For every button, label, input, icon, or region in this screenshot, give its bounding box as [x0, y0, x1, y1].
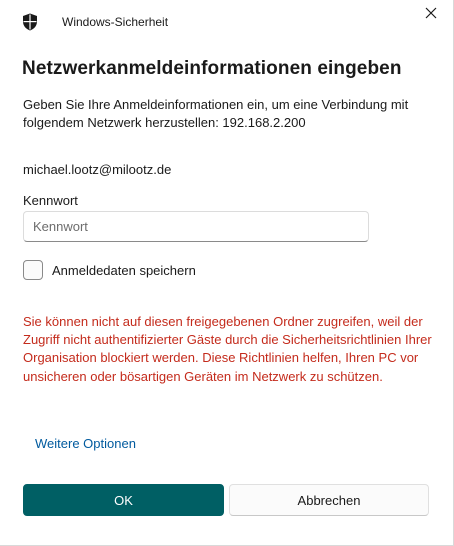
- close-button[interactable]: [420, 4, 442, 26]
- shield-icon: [22, 13, 38, 31]
- remember-credentials-checkbox[interactable]: Anmeldedaten speichern: [23, 259, 196, 281]
- password-label: Kennwort: [23, 193, 78, 208]
- credential-dialog: Windows-Sicherheit Netzwerkanmeldeinform…: [0, 0, 454, 546]
- remember-credentials-label: Anmeldedaten speichern: [52, 262, 196, 278]
- password-input[interactable]: [23, 211, 369, 242]
- username-text: michael.lootz@milootz.de: [23, 162, 172, 177]
- dialog-heading: Netzwerkanmeldeinformationen eingeben: [22, 58, 402, 79]
- checkbox-box[interactable]: [23, 260, 43, 280]
- cancel-button[interactable]: Abbrechen: [229, 484, 429, 516]
- ok-button[interactable]: OK: [23, 484, 224, 516]
- error-message: Sie können nicht auf diesen freigegebene…: [23, 314, 432, 384]
- title-bar: Windows-Sicherheit: [0, 0, 454, 44]
- more-options-link[interactable]: Weitere Optionen: [35, 436, 136, 451]
- dialog-description: Geben Sie Ihre Anmeldeinformationen ein,…: [23, 97, 409, 130]
- window-title: Windows-Sicherheit: [62, 15, 169, 29]
- close-icon: [425, 6, 437, 24]
